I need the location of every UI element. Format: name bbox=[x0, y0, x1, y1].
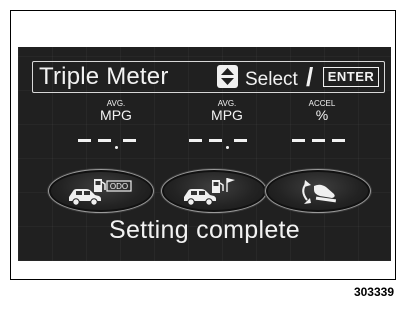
dash bbox=[332, 139, 345, 142]
meter-value bbox=[177, 131, 277, 151]
accelerator-pedal-icon bbox=[302, 180, 337, 204]
meter-label-large: % bbox=[315, 107, 329, 123]
dash bbox=[234, 139, 247, 142]
avg-mpg-trip-button[interactable] bbox=[161, 169, 267, 213]
dash bbox=[209, 139, 222, 142]
dash bbox=[123, 139, 136, 142]
dash bbox=[292, 139, 305, 142]
avg-mpg-odo-button[interactable]: ODO bbox=[48, 169, 154, 213]
meter-label-large: MPG bbox=[211, 107, 243, 123]
status-message: Setting complete bbox=[108, 216, 301, 244]
meter-value bbox=[272, 131, 372, 151]
meter-accel-percent: ACCEL % bbox=[272, 99, 372, 151]
meter-avg-mpg-1: AVG. MPG bbox=[66, 99, 166, 151]
dash bbox=[98, 139, 111, 142]
decimal-point bbox=[115, 146, 118, 149]
meter-avg-mpg-2: AVG. MPG bbox=[177, 99, 277, 151]
dash bbox=[78, 139, 91, 142]
select-label: Select bbox=[245, 69, 298, 90]
dash bbox=[312, 139, 325, 142]
car-fuel-flag-icon bbox=[184, 178, 235, 206]
display-screen: Triple Meter Select / ENTER AVG. MPG AVG… bbox=[18, 47, 391, 261]
accel-percent-button[interactable] bbox=[265, 169, 371, 213]
up-down-select-icon[interactable] bbox=[217, 65, 238, 88]
figure-code: 303339 bbox=[353, 285, 394, 299]
odo-label: ODO bbox=[110, 182, 128, 191]
page-title: Triple Meter bbox=[39, 63, 169, 90]
header-bar: Triple Meter Select / ENTER bbox=[32, 61, 385, 93]
dash bbox=[189, 139, 202, 142]
car-fuel-odo-icon: ODO bbox=[69, 179, 132, 206]
separator-slash: / bbox=[306, 62, 314, 92]
decimal-point bbox=[226, 146, 229, 149]
meter-label-large: MPG bbox=[100, 107, 132, 123]
enter-button[interactable]: ENTER bbox=[323, 67, 379, 87]
meter-value bbox=[66, 131, 166, 151]
